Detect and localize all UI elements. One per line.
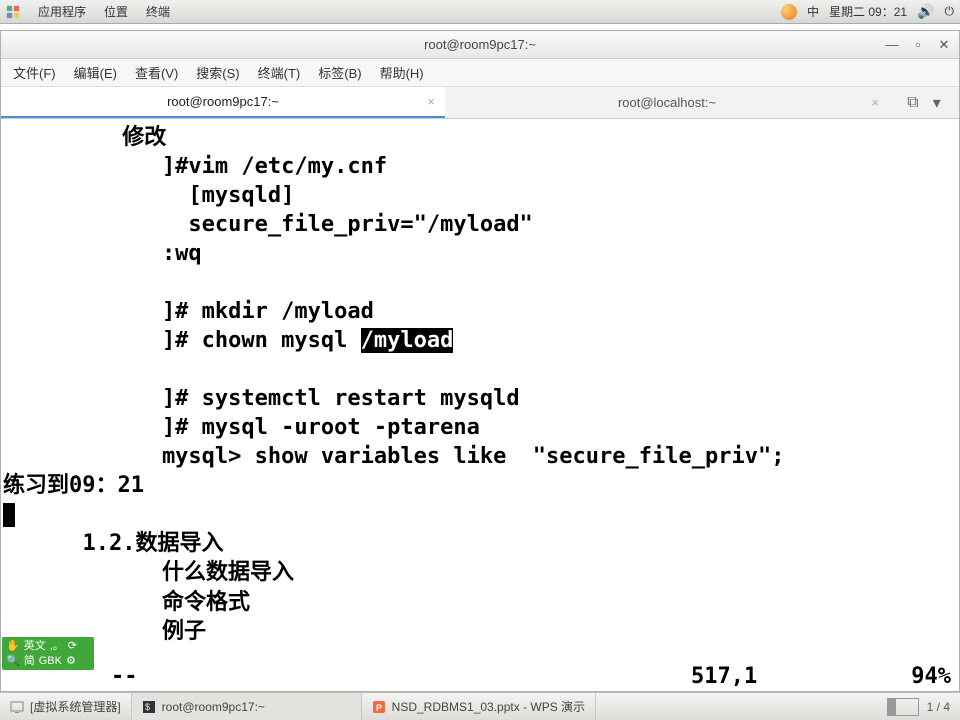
- task-label: [虚拟系统管理器]: [30, 698, 121, 715]
- menu-help[interactable]: 帮助(H): [372, 59, 432, 86]
- tab-localhost[interactable]: root@localhost:~ ×: [445, 87, 889, 118]
- terminal-icon: $: [142, 700, 156, 714]
- pager-thumbnail-icon: [887, 698, 919, 716]
- titlebar[interactable]: root@room9pc17:~ — ▫ ✕: [1, 31, 959, 59]
- close-button[interactable]: ✕: [933, 36, 955, 54]
- activities-icon[interactable]: [6, 5, 20, 19]
- menu-places[interactable]: 位置: [104, 3, 128, 20]
- ime-charset-gbk: GBK: [39, 654, 62, 668]
- volume-icon[interactable]: 🔊: [917, 3, 934, 20]
- ime-charset-simp: 简: [24, 654, 35, 668]
- task-wps[interactable]: P NSD_RDBMS1_03.pptx - WPS 演示: [362, 693, 596, 720]
- menu-edit[interactable]: 编辑(E): [66, 59, 125, 86]
- menu-terminal[interactable]: 终端: [146, 3, 170, 20]
- bottom-taskbar: [虚拟系统管理器] $ root@room9pc17:~ P NSD_RDBMS…: [0, 692, 960, 720]
- vim-status-line: -- 517,1 94%: [1, 664, 959, 691]
- task-label: NSD_RDBMS1_03.pptx - WPS 演示: [392, 698, 585, 715]
- virt-manager-icon: [10, 700, 24, 714]
- ime-search-icon[interactable]: 🔍: [6, 654, 20, 668]
- menu-search[interactable]: 搜索(S): [188, 59, 247, 86]
- gnome-top-panel: 应用程序 位置 终端 中 星期二 09：21 🔊 ⏻: [0, 0, 960, 24]
- svg-text:$: $: [145, 702, 150, 712]
- ime-toggle-icon[interactable]: ⟳: [68, 639, 77, 653]
- menu-file[interactable]: 文件(F): [5, 59, 64, 86]
- ime-panel[interactable]: ✋ 英文 ,。 ⟳ 🔍 简 GBK ⚙: [2, 637, 94, 670]
- clock[interactable]: 星期二 09：21: [829, 3, 907, 20]
- terminal-content[interactable]: 修改 ]#vim /etc/my.cnf [mysqld] secure_fil…: [1, 119, 959, 664]
- pager-label: 1 / 4: [927, 700, 950, 714]
- tab-close-icon[interactable]: ×: [427, 94, 435, 109]
- task-terminal[interactable]: $ root@room9pc17:~: [132, 693, 362, 720]
- wps-icon: P: [372, 700, 386, 714]
- tab-label: root@room9pc17:~: [167, 94, 279, 109]
- minimize-button[interactable]: —: [881, 36, 903, 54]
- window-title: root@room9pc17:~: [424, 37, 536, 52]
- menu-tabs[interactable]: 标签(B): [310, 59, 369, 86]
- terminal-window: root@room9pc17:~ — ▫ ✕ 文件(F) 编辑(E) 查看(V)…: [0, 30, 960, 692]
- menu-terminal[interactable]: 终端(T): [250, 59, 309, 86]
- tab-close-icon[interactable]: ×: [871, 95, 879, 110]
- menu-applications[interactable]: 应用程序: [38, 3, 86, 20]
- task-label: root@room9pc17:~: [162, 700, 265, 714]
- tab-room9pc17[interactable]: root@room9pc17:~ ×: [1, 87, 445, 118]
- new-tab-icon[interactable]: ⧉: [907, 94, 918, 112]
- status-mode: --: [111, 664, 138, 689]
- tab-menu-icon[interactable]: ▾: [933, 93, 941, 113]
- cursor: [3, 503, 15, 527]
- tab-bar: root@room9pc17:~ × root@localhost:~ × ⧉ …: [1, 87, 959, 119]
- power-icon[interactable]: ⏻: [945, 4, 955, 19]
- menubar: 文件(F) 编辑(E) 查看(V) 搜索(S) 终端(T) 标签(B) 帮助(H…: [1, 59, 959, 87]
- menu-view[interactable]: 查看(V): [127, 59, 186, 86]
- workspace-pager[interactable]: 1 / 4: [877, 693, 960, 720]
- status-position: 517,1: [691, 664, 891, 689]
- ime-settings-icon[interactable]: ⚙: [66, 654, 76, 668]
- svg-text:P: P: [376, 703, 382, 713]
- ime-hand-icon: ✋: [6, 639, 20, 653]
- task-virt-manager[interactable]: [虚拟系统管理器]: [0, 693, 132, 720]
- status-percent: 94%: [891, 664, 951, 689]
- highlighted-text: /myload: [361, 328, 454, 353]
- maximize-button[interactable]: ▫: [907, 36, 929, 54]
- ime-punct: ,。: [50, 639, 64, 653]
- ime-indicator[interactable]: 中: [807, 3, 819, 20]
- tab-label: root@localhost:~: [618, 95, 716, 110]
- ime-lang: 英文: [24, 639, 46, 653]
- notification-icon[interactable]: [781, 4, 797, 20]
